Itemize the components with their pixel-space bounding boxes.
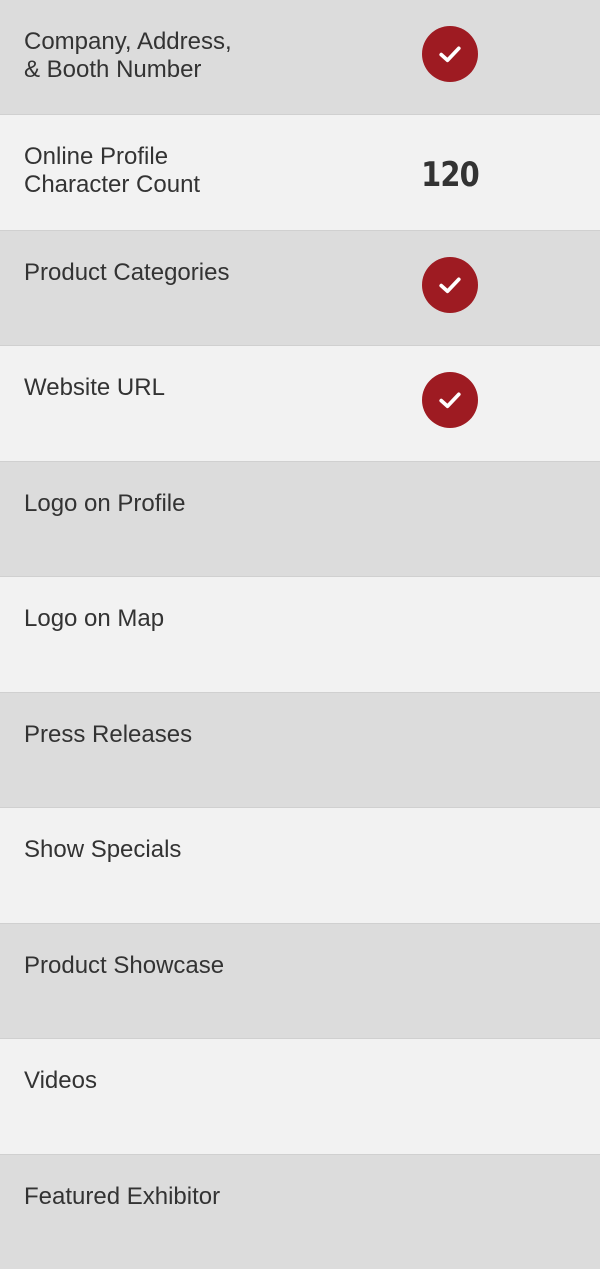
feature-row-logo-on-profile: Logo on Profile — [0, 461, 600, 578]
feature-value: 120 — [420, 141, 480, 197]
feature-label: Show Specials — [24, 836, 182, 864]
feature-row-show-specials: Show Specials — [0, 808, 600, 924]
feature-row-product-categories: Product Categories — [0, 230, 600, 347]
features-table: Company, Address, & Booth Number Online … — [0, 0, 600, 1269]
feature-label: Press Releases — [24, 720, 193, 748]
feature-label: Logo on Profile — [24, 489, 186, 517]
feature-row-press-releases: Press Releases — [0, 692, 600, 809]
feature-label: Company, Address, & Booth Number — [24, 28, 232, 83]
feature-row-logo-on-map: Logo on Map — [0, 577, 600, 693]
character-count-value: 120 — [421, 155, 480, 196]
feature-label: Featured Exhibitor — [24, 1182, 221, 1210]
checkmark-icon — [422, 372, 478, 429]
feature-row-featured-exhibitor: Featured Exhibitor — [0, 1154, 600, 1269]
feature-row-website-url: Website URL — [0, 346, 600, 462]
feature-row-videos: Videos — [0, 1039, 600, 1155]
feature-row-product-showcase: Product Showcase — [0, 923, 600, 1040]
feature-label: Website URL — [24, 374, 165, 402]
feature-label: Logo on Map — [24, 605, 165, 633]
feature-value — [420, 372, 480, 429]
feature-label: Product Showcase — [24, 951, 225, 979]
feature-value — [420, 26, 480, 82]
feature-label: Product Categories — [24, 258, 230, 286]
feature-label: Online Profile Character Count — [24, 143, 201, 199]
feature-label: Videos — [24, 1067, 97, 1095]
feature-row-company-address-booth: Company, Address, & Booth Number — [0, 0, 600, 116]
checkmark-icon — [422, 256, 478, 313]
checkmark-icon — [422, 26, 478, 82]
feature-row-online-profile-count: Online Profile Character Count 120 — [0, 115, 600, 231]
feature-value — [420, 256, 480, 313]
